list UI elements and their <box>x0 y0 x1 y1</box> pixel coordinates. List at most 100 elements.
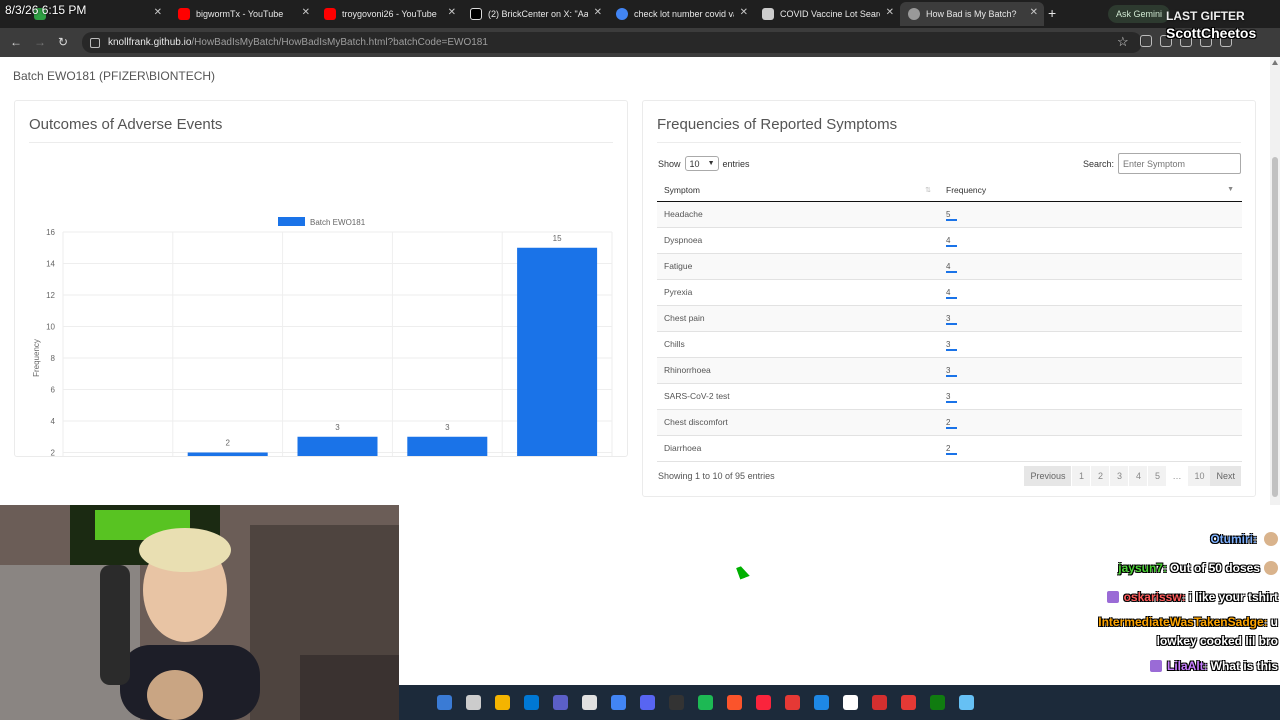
bar <box>187 452 268 456</box>
table-row: Diarrhoea 2 <box>657 435 1242 462</box>
brave-icon[interactable] <box>727 695 742 710</box>
video-icon[interactable] <box>872 695 887 710</box>
search-label: Search: <box>1082 158 1114 169</box>
discord-icon[interactable] <box>640 695 655 710</box>
bookmark-star-icon[interactable]: ☆ <box>1117 34 1129 50</box>
edge-icon[interactable] <box>524 695 539 710</box>
app-icon[interactable] <box>785 695 800 710</box>
plus-icon[interactable]: + <box>1048 5 1056 21</box>
symptom-search-input[interactable] <box>1118 153 1241 174</box>
entries-select[interactable]: 10 ▼ <box>684 156 719 171</box>
next-button[interactable]: Next <box>1210 466 1241 486</box>
table-row: Chest discomfort 2 <box>657 409 1242 436</box>
widgets-icon[interactable] <box>437 695 452 710</box>
outcomes-bar-chart: 0246810121416FrequencyBatch EWO1810Death… <box>32 217 613 456</box>
chat-username: oskarissw: <box>1123 590 1186 604</box>
tab-6-active[interactable]: How Bad is My Batch? ✕ <box>900 2 1044 26</box>
back-arrow-icon[interactable]: ← <box>10 35 22 49</box>
youtube-icon <box>324 8 336 20</box>
github-icon[interactable] <box>669 695 684 710</box>
frequency-underline <box>946 426 957 429</box>
symptom-column-header[interactable]: Symptom ⇅ <box>657 179 939 202</box>
steam-icon[interactable] <box>959 695 974 710</box>
scroll-up-icon[interactable] <box>1272 60 1278 65</box>
chat-text: lowkey cooked lil bro <box>1156 634 1278 648</box>
spotify-icon[interactable] <box>698 695 713 710</box>
outcomes-panel: Outcomes of Adverse Events 0246810121416… <box>14 100 628 457</box>
chrome-icon[interactable] <box>611 695 626 710</box>
site-info-icon[interactable] <box>90 37 100 48</box>
music-icon[interactable] <box>756 695 771 710</box>
frequency-cell: 4 <box>939 253 1242 280</box>
show-label: Show <box>658 158 681 169</box>
page-button-3[interactable]: 3 <box>1109 466 1129 486</box>
frequency-underline <box>946 452 957 455</box>
subscriber-badge-icon <box>1149 660 1162 672</box>
symptom-cell: Rhinorrhoea <box>657 357 939 384</box>
scrollbar-thumb[interactable] <box>1272 157 1278 497</box>
frequency-cell: 5 <box>939 201 1242 228</box>
frequency-underline <box>946 322 957 325</box>
page-button-2[interactable]: 2 <box>1090 466 1110 486</box>
symptom-cell: Headache <box>657 201 939 228</box>
window-icon[interactable] <box>843 695 858 710</box>
store-icon[interactable] <box>582 695 597 710</box>
page-button-1[interactable]: 1 <box>1071 466 1091 486</box>
page-button-4[interactable]: 4 <box>1128 466 1148 486</box>
tab-2[interactable]: troygovoni26 - YouTube ✕ <box>316 2 462 26</box>
url-host: knollfrank.github.io <box>108 37 192 48</box>
chat-message: oskarissw: i like your tshirt <box>1106 590 1278 604</box>
bar-data-label: 2 <box>225 439 230 448</box>
tab-close-icon[interactable]: ✕ <box>886 7 894 18</box>
frequency-cell: 3 <box>939 383 1242 410</box>
chat-username: IntermediateWasTakenSadge: <box>1098 615 1268 629</box>
tab-close-icon[interactable]: ✕ <box>594 7 602 18</box>
webcam-feed-image <box>0 505 399 720</box>
frequency-cell: 4 <box>939 227 1242 254</box>
tab-5[interactable]: COVID Vaccine Lot Search ✕ <box>754 2 900 26</box>
symptom-cell: Fatigue <box>657 253 939 280</box>
tab-close-icon[interactable]: ✕ <box>448 7 456 18</box>
url-bar[interactable]: knollfrank.github.io /HowBadIsMyBatch/Ho… <box>82 32 1142 53</box>
folder-icon[interactable] <box>495 695 510 710</box>
tab-1[interactable]: bigwormTx - YouTube ✕ <box>170 2 316 26</box>
symptom-cell: Chest pain <box>657 305 939 332</box>
tab-label: bigwormTx - YouTube <box>196 9 284 19</box>
tab-close-icon[interactable]: ✕ <box>154 7 162 18</box>
bar-data-label: 3 <box>445 423 450 432</box>
bar-data-label: 15 <box>553 234 562 243</box>
y-tick-label: 4 <box>51 417 56 426</box>
tab-close-icon[interactable]: ✕ <box>1030 7 1038 18</box>
xbox-icon[interactable] <box>930 695 945 710</box>
page-scrollbar[interactable] <box>1270 57 1280 505</box>
google-icon <box>616 8 628 20</box>
help-icon[interactable] <box>814 695 829 710</box>
frequency-underline <box>946 400 957 403</box>
bar-data-label: 3 <box>335 423 340 432</box>
page-button-5[interactable]: 5 <box>1147 466 1167 486</box>
previous-button[interactable]: Previous <box>1024 466 1072 486</box>
table-row: Chills 3 <box>657 331 1242 358</box>
record-icon[interactable] <box>901 695 916 710</box>
batch-header: Batch EWO181 (PFIZER\BIONTECH) <box>13 69 216 83</box>
y-tick-label: 12 <box>46 291 55 300</box>
youtube-icon <box>178 8 190 20</box>
show-entries-control: Show 10 ▼ entries <box>658 156 750 171</box>
entries-value: 10 <box>689 158 700 169</box>
tab-4[interactable]: check lot number covid vac ✕ <box>608 2 754 26</box>
frequency-underline <box>946 270 957 273</box>
page-button-10[interactable]: 10 <box>1187 466 1211 486</box>
sort-desc-icon: ▼ <box>1227 186 1234 193</box>
tab-3[interactable]: (2) BrickCenter on X: "Aaron ✕ <box>462 2 608 26</box>
teams-icon[interactable] <box>553 695 568 710</box>
page-content: Batch EWO181 (PFIZER\BIONTECH) Outcomes … <box>0 57 1270 505</box>
symptom-frequency-table: Symptom ⇅ Frequency ▼ Headache 5 Dyspnoea 4… <box>657 179 1242 462</box>
file-explorer-icon[interactable] <box>466 695 481 710</box>
tab-close-icon[interactable]: ✕ <box>740 7 748 18</box>
frequency-column-header[interactable]: Frequency ▼ <box>939 179 1242 202</box>
symptom-cell: Chills <box>657 331 939 358</box>
tab-close-icon[interactable]: ✕ <box>302 7 310 18</box>
reload-icon[interactable]: ↻ <box>58 35 68 49</box>
chat-message: Otumiri: <box>1210 532 1278 546</box>
forward-arrow-icon[interactable]: → <box>34 35 46 49</box>
